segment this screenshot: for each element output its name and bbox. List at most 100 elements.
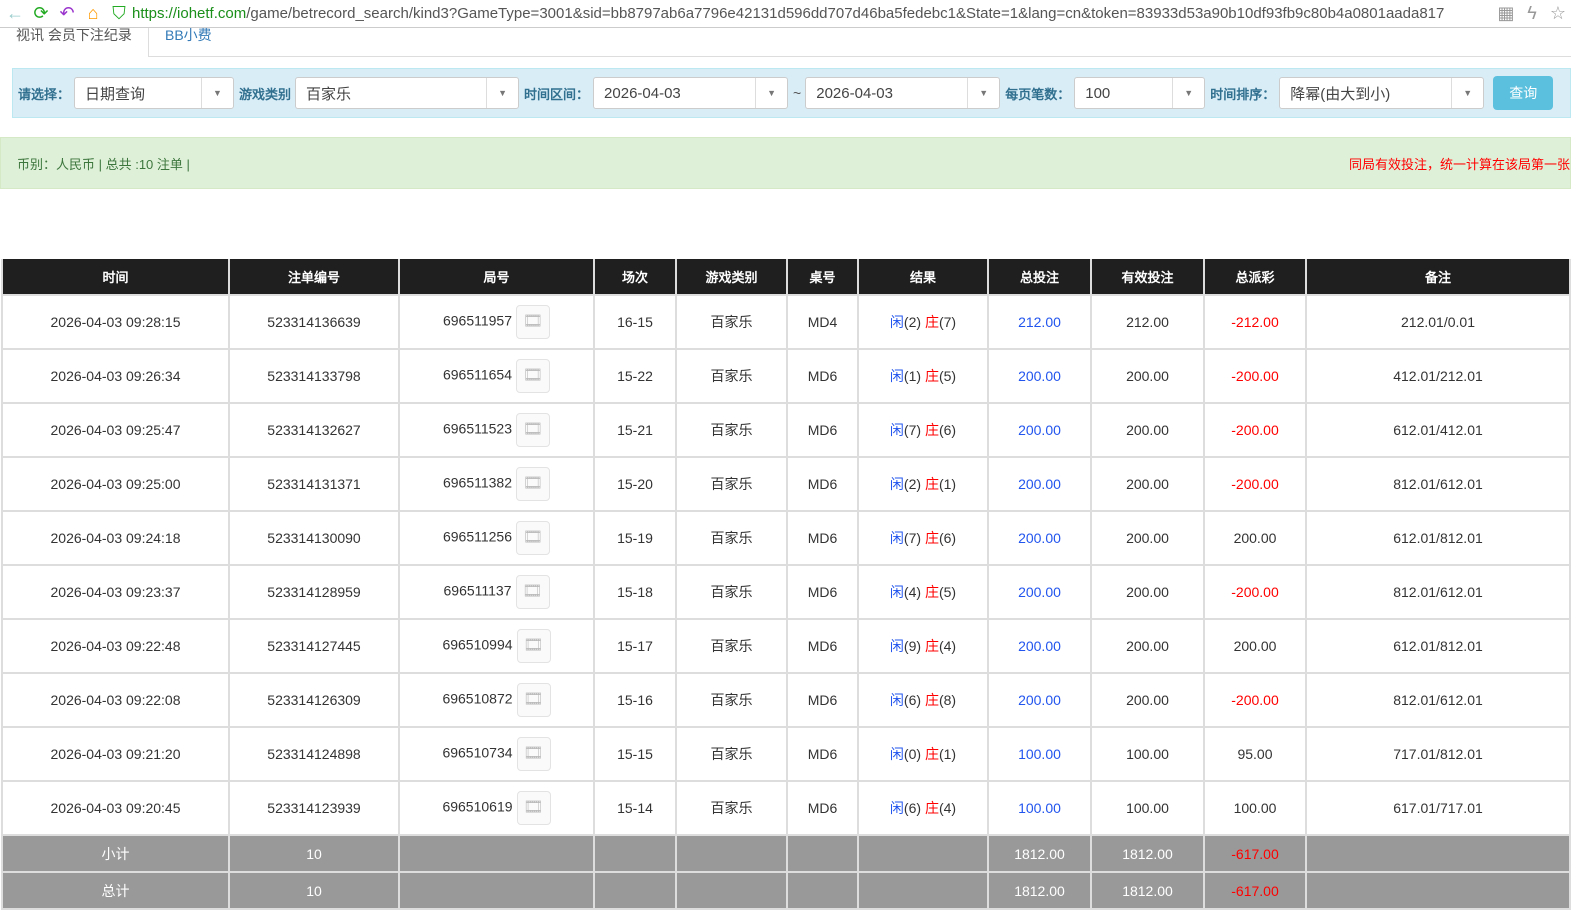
- total-bet: 1812.00: [1014, 882, 1065, 899]
- table-no: MD6: [807, 638, 838, 654]
- video-replay-icon[interactable]: 🎞: [516, 791, 551, 825]
- total-bet-cell: 200.00: [987, 672, 1092, 728]
- remark-cell: 212.01/0.01: [1305, 294, 1571, 350]
- session-cell: 15-21: [593, 402, 677, 458]
- time: 2026-04-03 09:22:08: [50, 692, 181, 708]
- payout-cell: -200.00: [1203, 564, 1307, 620]
- video-replay-icon[interactable]: 🎞: [516, 737, 551, 771]
- qr-icon[interactable]: ▦: [1493, 3, 1519, 24]
- query-type-value: 日期查询: [85, 85, 146, 103]
- sort-select[interactable]: 降幂(由大到小) ▼: [1279, 77, 1485, 109]
- total-bet: 200.00: [1018, 422, 1061, 438]
- total-bet: 212.00: [1018, 314, 1061, 330]
- banker-label: 庄: [924, 800, 939, 816]
- video-replay-icon[interactable]: 🎞: [516, 413, 551, 447]
- tab-bar: 视讯 会员下注纪录 BB小费: [0, 28, 1571, 57]
- game-type: 百家乐: [710, 638, 753, 654]
- game-type: 百家乐: [710, 692, 753, 708]
- round-cell: 696510619 🎞: [398, 780, 595, 836]
- valid-bet-cell: 100.00: [1090, 726, 1205, 782]
- time: 2026-04-03 09:28:15: [50, 314, 181, 330]
- empty-cell: [593, 871, 677, 910]
- date-from-select[interactable]: 2026-04-03 ▼: [593, 77, 789, 109]
- result-cell: 闲(4) 庄(5): [857, 564, 989, 620]
- time-cell: 2026-04-03 09:26:34: [1, 348, 230, 404]
- table-no-cell: MD4: [786, 294, 859, 350]
- video-replay-icon[interactable]: 🎞: [516, 629, 551, 663]
- refresh-icon[interactable]: ⟳: [28, 3, 54, 24]
- valid-bet: 1812.00: [1122, 882, 1173, 899]
- column-header: 时间: [1, 259, 230, 296]
- session-cell: 15-20: [593, 456, 677, 512]
- table-no-cell: MD6: [786, 510, 859, 566]
- chevron-down-icon: ▼: [1451, 78, 1483, 108]
- time: 2026-04-03 09:22:48: [50, 638, 181, 654]
- result-cell: 闲(7) 庄(6): [857, 510, 989, 566]
- valid-bet-cell: 200.00: [1090, 618, 1205, 674]
- per-page-select[interactable]: 100 ▼: [1074, 77, 1206, 109]
- home-icon[interactable]: ⌂: [80, 3, 106, 24]
- date-to-select[interactable]: 2026-04-03 ▼: [805, 77, 1001, 109]
- remark: 612.01/812.01: [1393, 638, 1483, 654]
- address-bar[interactable]: https://iohetf.com/game/betrecord_search…: [132, 5, 1493, 22]
- round-cell: 696511654 🎞: [398, 348, 595, 404]
- remark-cell: 617.01/717.01: [1305, 780, 1571, 836]
- result-cell: 闲(0) 庄(1): [857, 726, 989, 782]
- table-row: 2026-04-03 09:21:20 523314124898 696510734…: [1, 726, 1571, 782]
- round-id: 696511957: [442, 312, 513, 329]
- video-replay-icon[interactable]: 🎞: [516, 359, 551, 393]
- undo-icon[interactable]: ↶: [54, 3, 80, 24]
- query-type-select[interactable]: 日期查询 ▼: [74, 77, 235, 109]
- bet-id: 523314126309: [267, 692, 361, 708]
- column-header: 游戏类别: [675, 259, 788, 296]
- player-label: 闲: [889, 530, 904, 546]
- time: 2026-04-03 09:26:34: [50, 368, 181, 384]
- empty-cell: [857, 834, 989, 873]
- game-type-cell: 百家乐: [675, 456, 788, 512]
- round-cell: 696511256 🎞: [398, 510, 595, 566]
- game-type-select[interactable]: 百家乐 ▼: [295, 77, 520, 109]
- total-bet-cell: 212.00: [987, 294, 1092, 350]
- table-no-cell: MD6: [786, 618, 859, 674]
- video-replay-icon[interactable]: 🎞: [516, 305, 551, 339]
- empty-cell: [398, 834, 595, 873]
- payout-cell: 200.00: [1203, 510, 1307, 566]
- bet-id: 523314130090: [267, 530, 361, 546]
- banker-label: 庄: [924, 584, 939, 600]
- banker-score: 5: [943, 368, 952, 384]
- player-label: 闲: [889, 476, 904, 492]
- banker-label: 庄: [924, 638, 939, 654]
- total-bet: 200.00: [1018, 692, 1061, 708]
- video-replay-icon[interactable]: 🎞: [516, 683, 551, 717]
- chevron-down-icon: ▼: [967, 78, 999, 108]
- remark-cell: 717.01/812.01: [1305, 726, 1571, 782]
- bet-id: 523314132627: [267, 422, 361, 438]
- payout: 200.00: [1233, 530, 1277, 546]
- banker-label: 庄: [924, 746, 939, 762]
- empty-cell: [786, 834, 859, 873]
- star-icon[interactable]: ☆: [1545, 3, 1571, 24]
- total-bet: 200.00: [1018, 638, 1061, 654]
- payout: -200.00: [1231, 368, 1279, 384]
- session: 15-15: [617, 746, 653, 762]
- bet-id-cell: 523314131371: [228, 456, 400, 512]
- bet-id-cell: 523314130090: [228, 510, 400, 566]
- lightning-icon[interactable]: ϟ: [1519, 3, 1545, 24]
- query-button[interactable]: 查询: [1493, 76, 1554, 110]
- table-no: MD6: [807, 422, 838, 438]
- tab-tips[interactable]: BB小费: [149, 28, 228, 57]
- bet-id: 523314127445: [267, 638, 361, 654]
- video-replay-icon[interactable]: 🎞: [516, 467, 551, 501]
- time-cell: 2026-04-03 09:24:18: [1, 510, 230, 566]
- table-row: 2026-04-03 09:28:15 523314136639 696511957…: [1, 294, 1571, 350]
- table-row: 2026-04-03 09:22:48 523314127445 696510994…: [1, 618, 1571, 674]
- select-label: 请选择：: [18, 86, 71, 102]
- back-icon[interactable]: ←: [2, 3, 28, 24]
- tab-bet-records[interactable]: 视讯 会员下注纪录: [0, 28, 149, 57]
- video-replay-icon[interactable]: 🎞: [515, 575, 550, 609]
- round-id: 696510619: [442, 798, 513, 815]
- table-no: MD6: [807, 692, 838, 708]
- payout: -617.00: [1231, 845, 1279, 862]
- time-cell: 2026-04-03 09:23:37: [1, 564, 230, 620]
- video-replay-icon[interactable]: 🎞: [516, 521, 551, 555]
